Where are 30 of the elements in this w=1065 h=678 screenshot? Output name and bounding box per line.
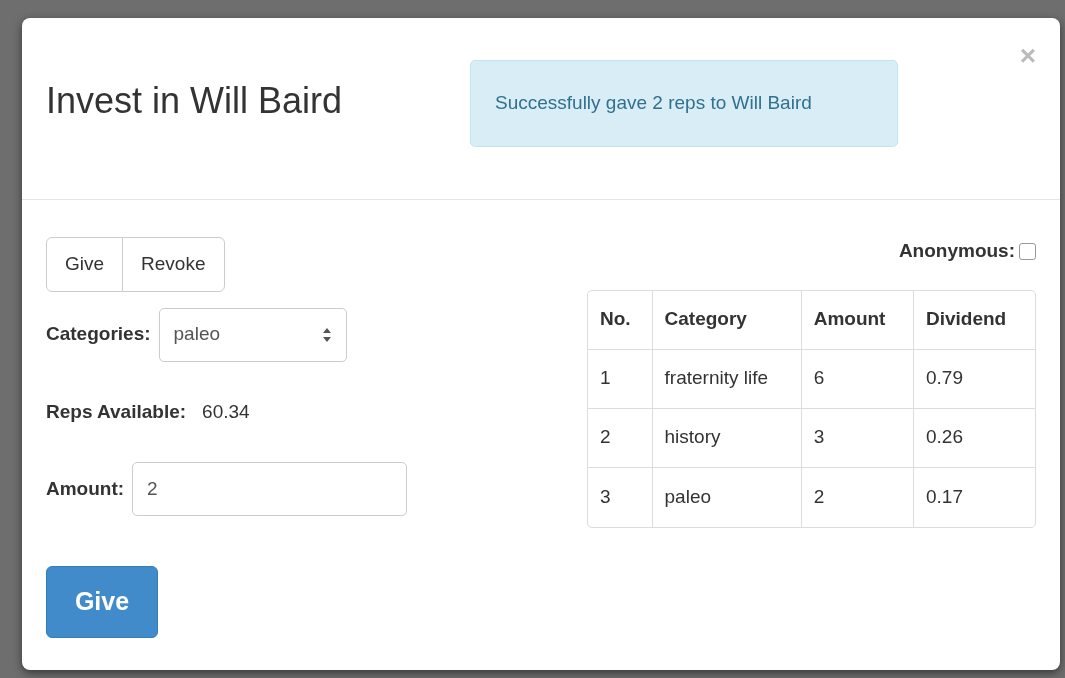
column-header: Amount [801, 290, 914, 350]
field-label: Categories: [46, 322, 151, 347]
table-cell: 1 [588, 349, 653, 409]
mode-button[interactable]: Revoke [122, 237, 225, 292]
table-cell: fraternity life [652, 349, 802, 409]
table-cell-text: 0.17 [925, 484, 964, 509]
amount-field[interactable]: 2 [132, 462, 408, 516]
field-label: Reps Available: [46, 399, 187, 424]
table-cell: 0.79 [914, 349, 1035, 409]
table-cell: 2 [588, 408, 653, 468]
table-cell: paleo [652, 467, 802, 527]
anonymous-label: Anonymous: [898, 239, 1015, 263]
mode-button[interactable]: Give [46, 237, 124, 292]
table-cell: 3 [801, 408, 914, 468]
reps-value: 60.34 [202, 399, 250, 424]
anonymous-checkbox[interactable] [1019, 242, 1036, 260]
table-cell: 6 [801, 349, 914, 409]
category-select[interactable]: paleo [158, 307, 347, 362]
field-label: Amount: [46, 476, 125, 501]
select-arrows-icon [321, 326, 332, 343]
table-cell: history [652, 408, 802, 468]
column-header: No. [588, 290, 653, 350]
table-cell: 2 [801, 467, 914, 527]
column-header: Dividend [914, 290, 1035, 350]
table-cell: 3 [588, 467, 653, 527]
table-cell: 0.26 [914, 408, 1035, 468]
give-button[interactable]: Give [46, 566, 158, 638]
success-alert: Successfully gave 2 reps to Will Baird [470, 60, 898, 147]
column-header: Category [652, 290, 802, 350]
modal-title: Invest in Will Baird [46, 79, 344, 123]
